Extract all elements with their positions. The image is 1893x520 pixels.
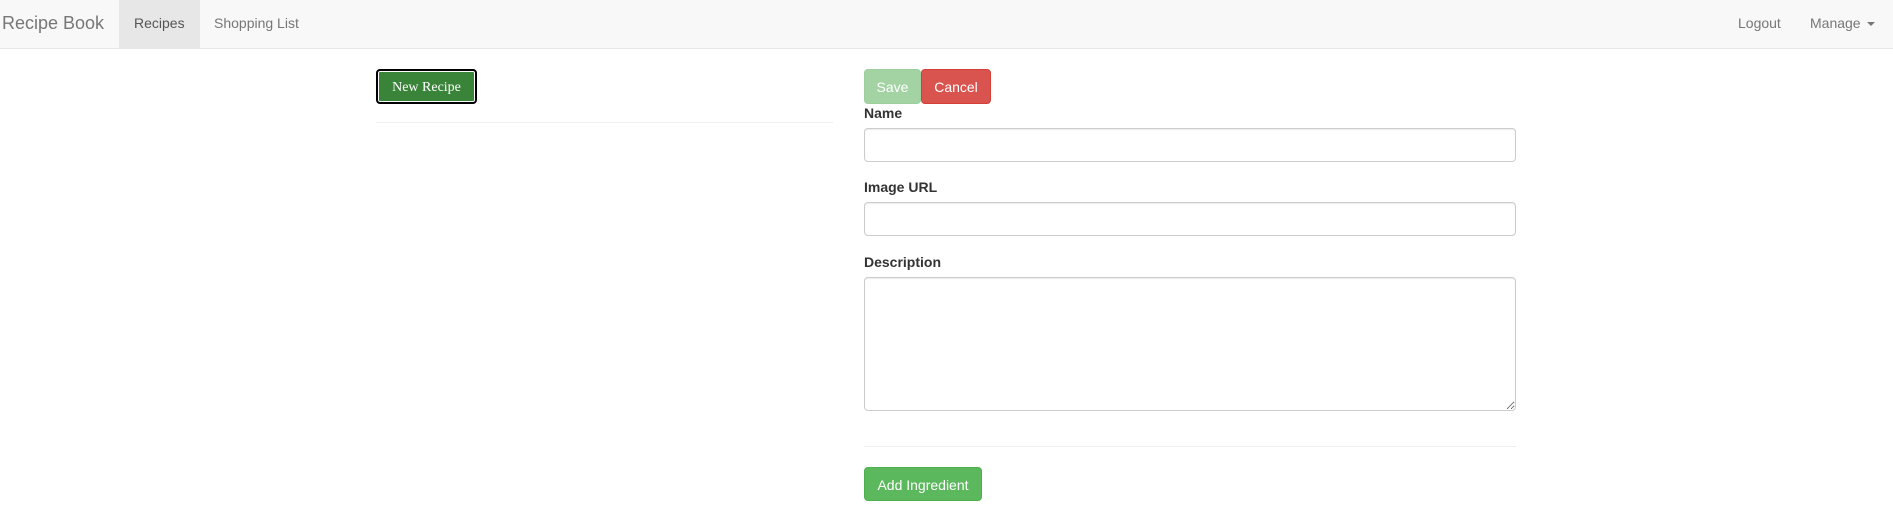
cancel-button[interactable]: Cancel bbox=[921, 69, 991, 104]
nav-item-recipes[interactable]: Recipes bbox=[119, 0, 200, 49]
nav-item-logout[interactable]: Logout bbox=[1723, 0, 1796, 49]
save-button[interactable]: Save bbox=[864, 69, 921, 104]
manage-label: Manage bbox=[1810, 15, 1861, 31]
description-label: Description bbox=[864, 254, 942, 270]
nav-item-manage-dropdown[interactable]: Manage bbox=[1795, 0, 1890, 49]
image-url-input[interactable] bbox=[864, 202, 1516, 236]
caret-down-icon bbox=[1866, 22, 1875, 27]
name-label: Name bbox=[864, 105, 903, 121]
nav-item-shopping-list[interactable]: Shopping List bbox=[199, 0, 314, 49]
add-ingredient-button[interactable]: Add Ingredient bbox=[864, 467, 982, 501]
brand-link[interactable]: Recipe Book bbox=[2, 0, 104, 49]
form-divider bbox=[864, 446, 1516, 447]
recipe-list-divider bbox=[376, 122, 833, 123]
new-recipe-button[interactable]: New Recipe bbox=[376, 69, 477, 104]
description-textarea[interactable] bbox=[864, 277, 1516, 411]
navbar: Recipe Book Recipes Shopping List Logout… bbox=[0, 0, 1893, 49]
name-input[interactable] bbox=[864, 128, 1516, 162]
image-url-label: Image URL bbox=[864, 179, 938, 195]
